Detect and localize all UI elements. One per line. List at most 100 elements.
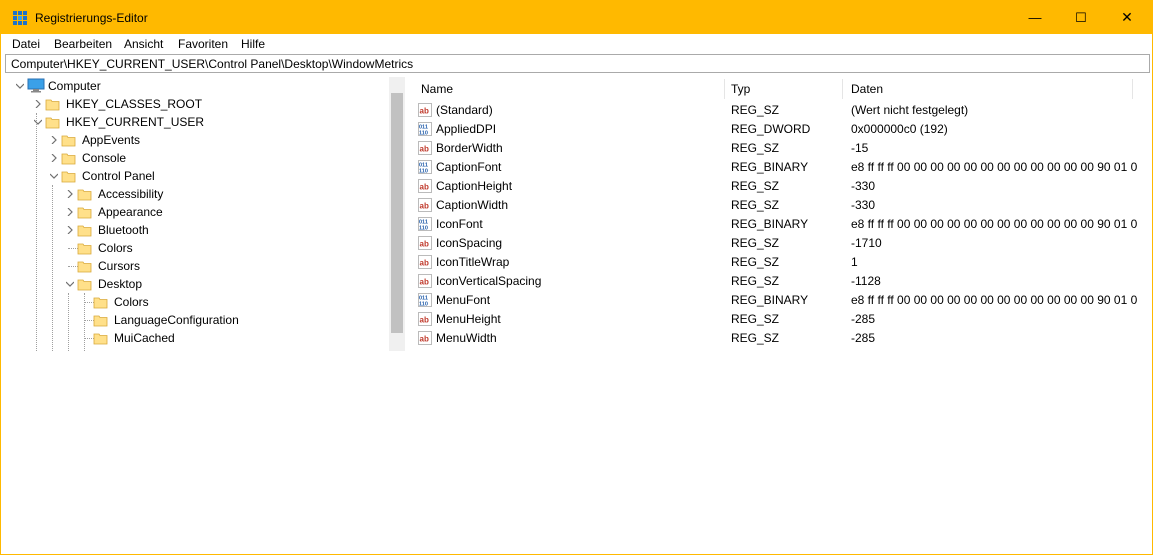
value-row[interactable]: 011 110 AppliedDPI REG_DWORD 0x000000c0 (192… <box>413 120 1138 139</box>
value-data: -285 <box>851 312 876 326</box>
tree-item[interactable]: Desktop <box>1 275 389 293</box>
value-name: MenuHeight <box>436 312 501 326</box>
folder-icon <box>93 315 108 327</box>
tree-item[interactable]: Console <box>1 149 389 167</box>
value-type: REG_DWORD <box>731 122 811 136</box>
chevron-down-icon[interactable] <box>65 275 75 293</box>
svg-text:110: 110 <box>419 302 428 308</box>
menu-ansicht[interactable]: Ansicht <box>124 37 163 51</box>
tree-item[interactable]: LanguageConfiguration <box>1 311 389 329</box>
chevron-down-icon[interactable] <box>49 167 59 185</box>
tree-item[interactable]: Accessibility <box>1 185 389 203</box>
tree-item-label: Appearance <box>98 205 163 219</box>
tree-item-label: Console <box>82 151 127 165</box>
value-row[interactable]: 011 110 CaptionFont REG_BINARY e8 ff ff ff 0… <box>413 158 1138 177</box>
tree-item[interactable]: Cursors <box>1 257 389 275</box>
value-name: CaptionFont <box>436 160 502 174</box>
value-name: MenuFont <box>436 293 491 307</box>
value-name: (Standard) <box>436 103 493 117</box>
value-type: REG_BINARY <box>731 160 809 174</box>
tree-item-label: MuiCached <box>114 331 175 345</box>
chevron-down-icon <box>50 173 58 179</box>
value-data: 1 <box>851 255 858 269</box>
tree-scrollbar-thumb[interactable] <box>391 93 403 333</box>
column-separator[interactable] <box>1132 79 1133 99</box>
title-bar[interactable]: Registrierungs-Editor — ☐ ✕ <box>1 1 1152 34</box>
tree-item[interactable]: HKEY_CLASSES_ROOT <box>1 95 389 113</box>
tree-item[interactable]: Appearance <box>1 203 389 221</box>
tree-item[interactable]: Colors <box>1 239 389 257</box>
tree-item[interactable]: HKEY_CURRENT_USER <box>1 113 389 131</box>
value-type: REG_SZ <box>731 236 780 250</box>
menu-hilfe[interactable]: Hilfe <box>241 37 265 51</box>
tree-item-label: LanguageConfiguration <box>114 313 239 327</box>
column-header-daten[interactable]: Daten <box>851 82 883 96</box>
tree-item[interactable]: Colors <box>1 293 389 311</box>
value-data: e8 ff ff ff 00 00 00 00 00 00 00 00 00 0… <box>851 160 1138 174</box>
tree-item[interactable]: MuiCached <box>1 329 389 347</box>
value-data: e8 ff ff ff 00 00 00 00 00 00 00 00 00 0… <box>851 217 1138 231</box>
value-row[interactable]: ab IconTitleWrap REG_SZ 1 <box>413 253 1138 272</box>
column-separator[interactable] <box>842 79 843 99</box>
key-tree: Computer HKEY_CLASSES_ROOT HKEY_CURRENT_US… <box>1 77 389 351</box>
tree-item-label: Bluetooth <box>98 223 149 237</box>
value-row[interactable]: ab CaptionWidth REG_SZ -330 <box>413 196 1138 215</box>
tree-scrollbar[interactable] <box>389 77 405 351</box>
value-type: REG_BINARY <box>731 217 809 231</box>
window-title: Registrierungs-Editor <box>35 11 148 25</box>
chevron-right-icon[interactable] <box>49 149 59 167</box>
column-header-name[interactable]: Name <box>421 82 453 96</box>
value-row[interactable]: ab BorderWidth REG_SZ -15 <box>413 139 1138 158</box>
tree-item-label: Colors <box>114 295 149 309</box>
tree-item[interactable]: Computer <box>1 77 389 95</box>
value-row[interactable]: 011 110 IconFont REG_BINARY e8 ff ff ff 00 0… <box>413 215 1138 234</box>
value-row[interactable]: 011 110 MenuFont REG_BINARY e8 ff ff ff 00 0… <box>413 291 1138 310</box>
svg-text:110: 110 <box>419 131 428 137</box>
string-value-icon: ab <box>418 198 432 212</box>
list-header: Name Typ Daten <box>413 77 1138 101</box>
tree-item[interactable]: Bluetooth <box>1 221 389 239</box>
chevron-right-icon[interactable] <box>65 185 75 203</box>
chevron-down-icon[interactable] <box>15 77 25 95</box>
close-button[interactable]: ✕ <box>1104 1 1150 34</box>
value-list: Name Typ Daten ab (Standard) REG_SZ (Wert nic… <box>413 77 1138 351</box>
chevron-right-icon[interactable] <box>33 95 43 113</box>
value-data: -330 <box>851 179 876 193</box>
binary-value-icon: 011110 <box>418 160 432 174</box>
tree-item-label: Accessibility <box>98 187 164 201</box>
column-header-typ[interactable]: Typ <box>731 82 750 96</box>
svg-text:ab: ab <box>420 316 429 325</box>
tree-item-label: Cursors <box>98 259 141 273</box>
svg-text:ab: ab <box>420 335 429 344</box>
value-row[interactable]: ab CaptionHeight REG_SZ -330 <box>413 177 1138 196</box>
svg-text:ab: ab <box>420 107 429 116</box>
value-name: CaptionHeight <box>436 179 513 193</box>
value-name: CaptionWidth <box>436 198 509 212</box>
tree-item[interactable]: AppEvents <box>1 131 389 149</box>
menu-bearbeiten[interactable]: Bearbeiten <box>54 37 112 51</box>
menu-datei[interactable]: Datei <box>12 37 40 51</box>
address-bar[interactable]: Computer\HKEY_CURRENT_USER\Control Panel… <box>5 54 1150 73</box>
tree-item-label: Colors <box>98 241 133 255</box>
value-row[interactable]: ab MenuWidth REG_SZ -285 <box>413 329 1138 348</box>
menu-favoriten[interactable]: Favoriten <box>178 37 228 51</box>
chevron-down-icon[interactable] <box>33 113 43 131</box>
column-separator[interactable] <box>724 79 725 99</box>
chevron-right-icon[interactable] <box>49 131 59 149</box>
chevron-right-icon <box>67 208 73 216</box>
value-name: IconSpacing <box>436 236 503 250</box>
svg-text:ab: ab <box>420 278 429 287</box>
minimize-button[interactable]: — <box>1012 1 1058 34</box>
value-row[interactable]: ab (Standard) REG_SZ (Wert nicht festgelegt… <box>413 101 1138 120</box>
maximize-button[interactable]: ☐ <box>1058 1 1104 34</box>
chevron-right-icon[interactable] <box>65 203 75 221</box>
value-row[interactable]: ab MenuHeight REG_SZ -285 <box>413 310 1138 329</box>
folder-icon <box>77 207 92 219</box>
value-row[interactable]: ab IconSpacing REG_SZ -1710 <box>413 234 1138 253</box>
folder-icon <box>45 99 60 111</box>
value-list-scrollbar[interactable] <box>1138 77 1152 351</box>
value-row[interactable]: ab IconVerticalSpacing REG_SZ -1128 <box>413 272 1138 291</box>
value-name: IconFont <box>436 217 483 231</box>
tree-item[interactable]: Control Panel <box>1 167 389 185</box>
chevron-right-icon[interactable] <box>65 221 75 239</box>
